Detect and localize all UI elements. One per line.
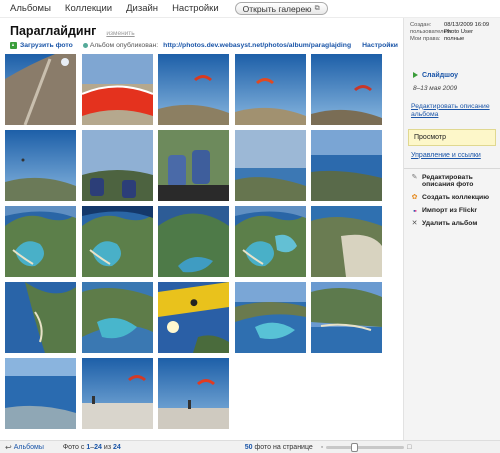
- rights-label: Мои права:: [410, 36, 441, 43]
- photo-range: Фото с 1–24 из 24: [63, 444, 121, 451]
- album-actions: ✎ Редактировать описания фото ✿ Создать кол…: [404, 174, 500, 228]
- photo-thumbnail[interactable]: [158, 206, 229, 277]
- photo-thumbnail[interactable]: [311, 282, 382, 353]
- photo-thumbnail[interactable]: [234, 130, 306, 201]
- photo-thumbnail[interactable]: [234, 54, 306, 125]
- slider-track[interactable]: [326, 442, 405, 452]
- album-title: Параглайдинг: [10, 24, 97, 38]
- album-main: Параглайдинг изменить Загрузить фото Аль…: [0, 18, 403, 440]
- album-date-range: 8–13 мая 2009: [413, 84, 458, 92]
- user-value: Photo User: [444, 29, 473, 36]
- published-info: Альбом опубликован: http://photos.dev.we…: [82, 41, 351, 49]
- created-label: Создан:: [410, 22, 432, 28]
- album-action-1[interactable]: ✿ Создать коллекцию: [411, 194, 500, 202]
- album-meta: Создан: 08/13/2009 16:09 пользователем: Ph…: [404, 18, 500, 44]
- per-page-count[interactable]: 50: [245, 444, 253, 451]
- photo-thumbnail[interactable]: [5, 358, 76, 429]
- photo-thumbnail[interactable]: [81, 130, 153, 201]
- photo-thumbnail[interactable]: [5, 54, 76, 125]
- range-to: 24: [94, 443, 102, 451]
- sidebar: Создан: 08/13/2009 16:09 пользователем: Ph…: [403, 18, 500, 440]
- nav-collections[interactable]: Коллекции: [65, 3, 112, 14]
- external-link-icon: ⧉: [314, 4, 320, 12]
- photo-thumbnail[interactable]: [311, 130, 382, 201]
- album-toolbar: Загрузить фото Альбом опубликован: http:…: [10, 40, 398, 50]
- sidebar-divider: [404, 167, 500, 169]
- view-mode-item[interactable]: Просмотр: [408, 128, 496, 146]
- photo-thumbnail[interactable]: [5, 206, 76, 277]
- per-page: 50 фото на странице: [245, 444, 313, 451]
- pencil-icon: ✎: [411, 173, 418, 181]
- album-url-link[interactable]: http://photos.dev.webasyst.net/photos/al…: [163, 42, 351, 49]
- album-action-label: Редактировать описания фото: [422, 173, 474, 189]
- svg-text:●: ●: [190, 298, 198, 308]
- back-arrow-icon: ↩: [5, 442, 12, 452]
- photo-thumbnail[interactable]: [311, 206, 382, 277]
- album-title-row: Параглайдинг изменить: [10, 24, 135, 38]
- album-action-0[interactable]: ✎ Редактировать описания фото: [411, 174, 500, 190]
- photo-thumbnail[interactable]: [311, 54, 382, 125]
- created-value: 08/13/2009 16:09: [444, 22, 490, 28]
- album-action-label: Импорт из Flickr: [422, 207, 478, 214]
- photo-thumbnail[interactable]: [158, 54, 229, 125]
- photo-thumbnail[interactable]: [5, 282, 76, 353]
- user-label: пользователем:: [410, 29, 453, 36]
- album-action-label: Удалить альбом: [422, 219, 478, 227]
- manage-links-link[interactable]: Управление и ссылки: [411, 152, 500, 159]
- photo-thumbnail[interactable]: [81, 206, 153, 277]
- published-status-icon: [82, 42, 88, 48]
- thumb-size-slider[interactable]: ▫ □: [320, 442, 412, 452]
- slider-knob[interactable]: [351, 442, 359, 452]
- back-label: Альбомы: [13, 443, 44, 451]
- photo-thumbnail[interactable]: [81, 54, 153, 125]
- upload-icon: [10, 41, 17, 49]
- photo-thumbnail[interactable]: [81, 358, 153, 429]
- play-icon: [413, 72, 418, 79]
- album-settings-link[interactable]: Настройки: [362, 42, 398, 49]
- open-gallery-label: Открыть галерею: [242, 3, 312, 14]
- slideshow-link[interactable]: Слайдшоу: [413, 72, 500, 79]
- per-page-label: фото на странице: [254, 443, 313, 451]
- zoom-in-icon: □: [407, 443, 412, 451]
- delete-icon: ✕: [411, 219, 418, 227]
- collection-icon: ✿: [411, 194, 418, 202]
- photo-thumbnail[interactable]: [81, 282, 153, 353]
- flickr-icon: ●●: [413, 208, 417, 213]
- range-total: 24: [112, 443, 121, 451]
- edit-album-description-link[interactable]: Редактировать описание альбома: [411, 103, 500, 119]
- back-to-albums-link[interactable]: ↩ Альбомы: [5, 443, 44, 452]
- photo-thumbnail[interactable]: [158, 358, 229, 429]
- album-action-3[interactable]: ✕ Удалить альбом: [411, 220, 500, 228]
- nav-settings[interactable]: Настройки: [172, 3, 219, 14]
- pager-bar: ↩ Альбомы Фото с 1–24 из 24 50 фото на с…: [0, 440, 500, 453]
- of-label: из: [103, 443, 112, 451]
- open-gallery-button[interactable]: Открыть галерею ⧉: [234, 2, 328, 15]
- nav-design[interactable]: Дизайн: [126, 3, 158, 14]
- edit-title-link[interactable]: изменить: [106, 30, 134, 37]
- album-action-2[interactable]: ●● Импорт из Flickr: [411, 207, 500, 215]
- photo-thumbnail[interactable]: ●: [158, 282, 229, 353]
- upload-photos-link[interactable]: Загрузить фото: [10, 41, 73, 49]
- rights-value: полные: [444, 36, 465, 43]
- top-nav: Альбомы Коллекции Дизайн Настройки Откры…: [0, 0, 500, 18]
- zoom-out-icon: ▫: [320, 443, 324, 451]
- photo-thumbnail[interactable]: [5, 130, 76, 201]
- photo-thumbnail[interactable]: [158, 130, 229, 201]
- photo-thumbnail[interactable]: [234, 282, 306, 353]
- slideshow-label: Слайдшоу: [422, 71, 459, 79]
- album-action-label: Создать коллекцию: [422, 194, 490, 202]
- nav-albums[interactable]: Альбомы: [10, 3, 51, 14]
- photos-label: Фото с: [62, 443, 85, 451]
- upload-label: Загрузить фото: [20, 41, 73, 49]
- published-label: Альбом опубликован:: [89, 41, 159, 49]
- photo-thumbnail[interactable]: [234, 206, 306, 277]
